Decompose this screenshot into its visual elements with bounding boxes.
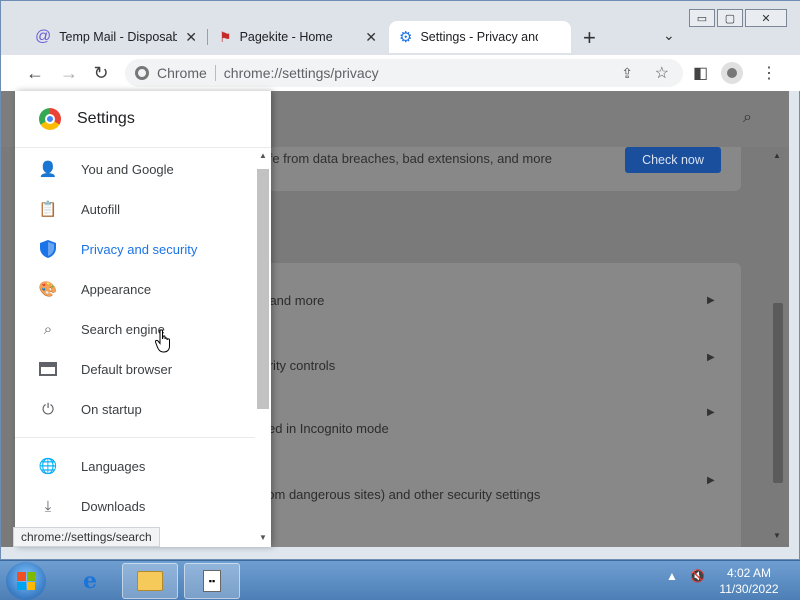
sidebar-item-on-startup[interactable]: ⏻ On startup xyxy=(15,389,255,429)
content-scrollbar[interactable] xyxy=(773,303,783,483)
person-icon: 👤 xyxy=(38,161,58,178)
browser-icon xyxy=(39,360,57,378)
drawer-header: Settings xyxy=(15,91,271,147)
chevron-right-icon: ▶ xyxy=(707,352,715,363)
privacy-list-card: e, and more ▶ curity controls ▶ a cked i… xyxy=(231,263,741,547)
speaker-muted-icon[interactable]: 🔇 xyxy=(690,569,705,583)
sidebar-item-languages[interactable]: 🌐 Languages xyxy=(15,446,255,486)
sidebar-item-downloads[interactable]: ⤓ Downloads xyxy=(15,486,255,526)
sidebar-item-privacy[interactable]: Privacy and security xyxy=(15,229,255,269)
start-button[interactable] xyxy=(6,562,46,600)
chrome-logo-icon xyxy=(39,108,61,130)
tray-expand-icon[interactable]: ▲ xyxy=(666,569,678,583)
url-text[interactable]: chrome://settings/privacy xyxy=(224,65,379,81)
maximize-button[interactable]: ▢ xyxy=(717,9,743,27)
internet-explorer-icon: e xyxy=(83,568,97,594)
reload-button[interactable]: ↻ xyxy=(89,61,113,85)
title-bar: ▭ ▢ ✕ @ Temp Mail - Disposable ✕ ⚑ Pagek… xyxy=(1,1,800,55)
download-icon: ⤓ xyxy=(44,497,52,515)
bookmark-star-icon[interactable]: ☆ xyxy=(655,63,669,83)
side-panel-icon[interactable]: ◧ xyxy=(693,63,708,83)
scroll-down-arrow[interactable]: ▼ xyxy=(773,531,781,540)
forward-button[interactable]: → xyxy=(57,61,81,85)
tab-search-chevron-icon[interactable]: ⌄ xyxy=(663,27,675,44)
back-button[interactable]: ← xyxy=(23,61,47,85)
hand-cursor-icon xyxy=(155,329,170,353)
taskbar-ie[interactable]: e xyxy=(62,563,118,599)
taskbar-notepad[interactable]: ▪▪ xyxy=(184,563,240,599)
at-icon: @ xyxy=(35,28,52,45)
scroll-up-arrow[interactable]: ▲ xyxy=(773,151,781,160)
chevron-right-icon: ▶ xyxy=(707,295,715,306)
sidebar-item-autofill[interactable]: 📋 Autofill xyxy=(15,189,255,229)
browser-window: ▭ ▢ ✕ @ Temp Mail - Disposable ✕ ⚑ Pagek… xyxy=(0,0,800,560)
address-bar[interactable]: Chrome chrome://settings/privacy ⇪ ☆ xyxy=(125,59,683,87)
scroll-up-arrow[interactable]: ▲ xyxy=(259,151,267,160)
tab-label: Pagekite - Home xyxy=(239,30,333,44)
tab-pagekite[interactable]: ⚑ Pagekite - Home ✕ xyxy=(209,21,387,53)
tab-temp-mail[interactable]: @ Temp Mail - Disposable ✕ xyxy=(25,21,207,53)
tab-label: Temp Mail - Disposable xyxy=(59,30,178,44)
settings-drawer: Settings 👤 You and Google 📋 Autofill Pri… xyxy=(15,91,271,547)
sidebar-item-you-and-google[interactable]: 👤 You and Google xyxy=(15,149,255,189)
palette-icon: 🎨 xyxy=(38,281,58,298)
search-icon: ⌕ xyxy=(43,320,53,338)
drawer-scrollbar[interactable] xyxy=(257,169,269,409)
clipboard-icon: 📋 xyxy=(38,201,58,218)
shield-icon xyxy=(39,240,57,258)
new-tab-button[interactable]: + xyxy=(583,25,596,51)
scroll-down-arrow[interactable]: ▼ xyxy=(259,533,267,542)
power-icon: ⏻ xyxy=(42,400,54,418)
share-icon[interactable]: ⇪ xyxy=(621,65,633,82)
pagekite-icon: ⚑ xyxy=(219,28,232,45)
chevron-right-icon: ▶ xyxy=(707,407,715,418)
windows-logo-icon xyxy=(17,572,35,590)
sidebar-item-default-browser[interactable]: Default browser xyxy=(15,349,255,389)
chrome-icon xyxy=(135,66,149,80)
search-icon[interactable]: ⌕ xyxy=(743,109,752,127)
check-now-button[interactable]: Check now xyxy=(625,147,721,173)
safety-check-text: safe from data breaches, bad extensions,… xyxy=(255,151,553,166)
profile-avatar[interactable] xyxy=(721,62,743,84)
gear-icon: ⚙ xyxy=(399,29,413,46)
sidebar-item-appearance[interactable]: 🎨 Appearance xyxy=(15,269,255,309)
minimize-button[interactable]: ▭ xyxy=(689,9,715,27)
sidebar-item-search-engine[interactable]: ⌕ Search engine xyxy=(15,309,255,349)
notepad-icon: ▪▪ xyxy=(203,570,221,592)
chevron-right-icon: ▶ xyxy=(707,475,715,486)
safety-check-card: safe from data breaches, bad extensions,… xyxy=(231,147,741,191)
menu-icon[interactable]: ⋮ xyxy=(761,63,777,83)
tab-label: Settings - Privacy and xyxy=(420,30,539,44)
drawer-title: Settings xyxy=(77,110,135,127)
taskbar-explorer[interactable] xyxy=(122,563,178,599)
site-label: Chrome xyxy=(157,65,207,81)
status-bar-url: chrome://settings/search xyxy=(13,527,160,547)
close-tab-icon[interactable]: ✕ xyxy=(365,29,377,46)
taskbar: e ▪▪ ▲ 🔇 4:02 AM 11/30/2022 xyxy=(0,560,800,600)
toolbar: ← → ↻ Chrome chrome://settings/privacy ⇪… xyxy=(1,55,800,91)
tab-settings[interactable]: ⚙ Settings - Privacy and xyxy=(389,21,571,53)
folder-icon xyxy=(137,571,163,591)
close-tab-icon[interactable]: ✕ xyxy=(185,29,197,46)
close-window-button[interactable]: ✕ xyxy=(745,9,787,27)
clock[interactable]: 4:02 AM 11/30/2022 xyxy=(714,565,784,597)
globe-icon: 🌐 xyxy=(38,458,58,475)
